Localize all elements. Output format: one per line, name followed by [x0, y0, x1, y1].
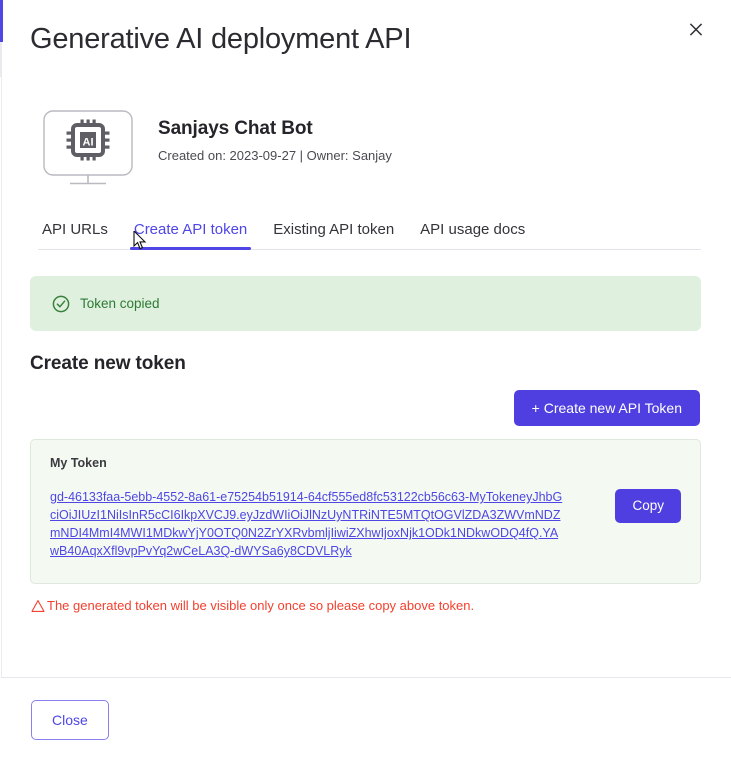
app-meta: Sanjays Chat Bot Created on: 2023-09-27 …	[158, 106, 392, 163]
warning-text: The generated token will be visible only…	[47, 598, 475, 613]
create-token-button-row: + Create new API Token	[30, 390, 700, 426]
section-heading: Create new token	[30, 353, 186, 374]
warning-triangle-icon	[31, 599, 45, 612]
dialog-footer: Close	[1, 677, 731, 777]
page-title: Generative AI deployment API	[30, 23, 412, 55]
token-value[interactable]: gd-46133faa-5ebb-4552-8a61-e75254b51914-…	[50, 488, 565, 560]
token-copied-alert: Token copied	[30, 276, 701, 331]
token-panel: My Token gd-46133faa-5ebb-4552-8a61-e752…	[30, 439, 701, 584]
svg-text:AI: AI	[83, 137, 94, 149]
tab-api-usage-docs[interactable]: API usage docs	[407, 213, 538, 249]
close-button[interactable]: Close	[31, 700, 109, 740]
token-body: gd-46133faa-5ebb-4552-8a61-e75254b51914-…	[50, 488, 681, 560]
copy-token-button[interactable]: Copy	[615, 489, 681, 523]
check-circle-icon	[52, 295, 70, 312]
app-created-owner: Created on: 2023-09-27 | Owner: Sanjay	[158, 148, 392, 163]
app-identity: AI Sanjays Chat Bot Created on: 2023-09-…	[0, 78, 731, 187]
tab-create-api-token[interactable]: Create API token	[121, 213, 260, 250]
dialog-header: Generative AI deployment API	[0, 0, 731, 78]
token-visibility-warning: The generated token will be visible only…	[31, 598, 701, 613]
left-hairline	[1, 77, 2, 677]
ai-chip-monitor-icon: AI	[42, 106, 134, 187]
tab-api-urls[interactable]: API URLs	[38, 213, 121, 249]
tab-bar: API URLs Create API token Existing API t…	[38, 213, 701, 250]
create-new-api-token-button[interactable]: + Create new API Token	[513, 390, 700, 426]
close-x-icon[interactable]	[683, 16, 709, 42]
tab-existing-api-token[interactable]: Existing API token	[260, 213, 407, 249]
api-token-dialog: Generative AI deployment API AI Sanjays …	[0, 0, 731, 777]
app-name: Sanjays Chat Bot	[158, 118, 313, 139]
alert-text: Token copied	[80, 296, 160, 311]
token-label: My Token	[50, 456, 107, 470]
